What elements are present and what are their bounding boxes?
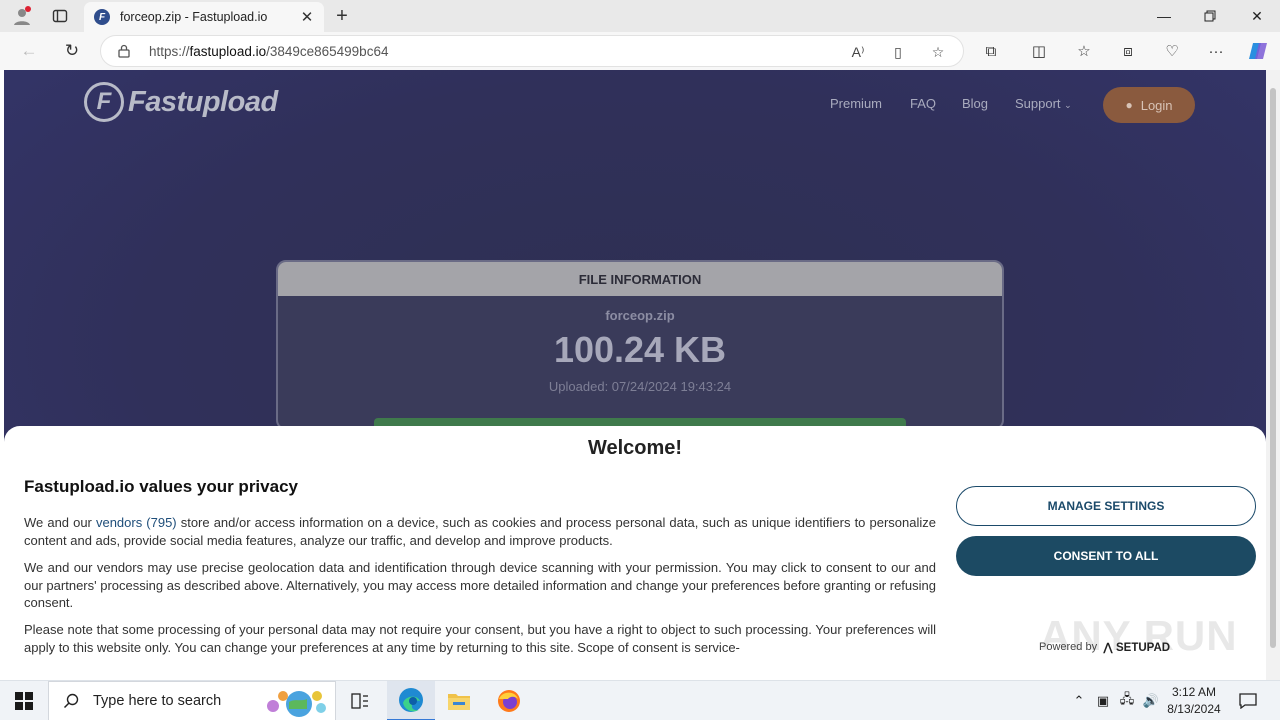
meet-now-icon[interactable]: ▣ xyxy=(1092,681,1114,720)
consent-paragraph-2: We and our vendors may use precise geolo… xyxy=(24,560,936,610)
split-screen-icon[interactable]: ◫ xyxy=(1026,38,1052,64)
minimize-icon[interactable]: — xyxy=(1141,0,1187,32)
page-scrollbar[interactable] xyxy=(1266,70,1280,680)
nav-faq[interactable]: FAQ xyxy=(910,96,936,111)
windows-start-icon[interactable] xyxy=(0,681,48,720)
system-clock[interactable]: 3:12 AM 8/13/2024 xyxy=(1160,684,1228,718)
search-highlight-icon xyxy=(259,682,329,720)
consent-to-all-button[interactable]: CONSENT TO ALL xyxy=(956,536,1256,576)
tab-actions-icon[interactable] xyxy=(44,0,76,32)
address-bar-row: ← ↻ https://fastupload.io/3849ce865499bc… xyxy=(0,32,1280,70)
address-bar[interactable]: https://fastupload.io/3849ce865499bc64 A… xyxy=(100,35,964,67)
lock-icon[interactable] xyxy=(117,44,131,58)
nav-blog[interactable]: Blog xyxy=(962,96,988,111)
clock-date: 8/13/2024 xyxy=(1167,702,1221,716)
consent-welcome-heading: Welcome! xyxy=(587,437,683,459)
user-icon: ● xyxy=(1125,98,1133,112)
vendors-link[interactable]: vendors (795) xyxy=(96,515,177,530)
consent-paragraph-1: We and our vendors (795) store and/or ac… xyxy=(24,514,936,549)
profile-icon[interactable] xyxy=(6,0,38,32)
login-button[interactable]: ● Login xyxy=(1103,87,1195,123)
url-prefix: https:// xyxy=(149,44,190,59)
nav-support-label: Support xyxy=(1015,96,1061,111)
url-path: /3849ce865499bc64 xyxy=(266,44,389,59)
task-view-icon[interactable] xyxy=(336,681,384,720)
nav-support[interactable]: Support ⌄ xyxy=(1015,96,1072,111)
close-tab-icon[interactable]: ✕ xyxy=(298,8,316,26)
manage-settings-button[interactable]: MANAGE SETTINGS xyxy=(956,486,1256,526)
copilot-icon[interactable] xyxy=(1245,38,1271,64)
file-explorer-icon[interactable] xyxy=(435,681,483,720)
extensions-icon[interactable]: ⧉ xyxy=(978,38,1004,64)
favorite-star-icon[interactable]: ☆ xyxy=(927,41,949,63)
powered-by: Powered by ⋀ SETUPAD xyxy=(1039,640,1170,654)
consent-paragraph-3: Please note that some processing of your… xyxy=(24,622,936,655)
show-hidden-icons-icon[interactable]: ⌃ xyxy=(1068,681,1090,720)
immersive-reader-icon[interactable]: ▯ xyxy=(887,41,909,63)
consent-title: Fastupload.io values your privacy xyxy=(24,477,298,496)
search-placeholder: Type here to search xyxy=(93,693,222,709)
url-domain: fastupload.io xyxy=(189,44,267,59)
browser-tab-bar: F forceop.zip - Fastupload.io ✕ + — ✕ xyxy=(0,0,1280,32)
restore-icon[interactable] xyxy=(1187,0,1233,32)
refresh-icon[interactable]: ↻ xyxy=(57,36,87,66)
favorites-icon[interactable]: ☆ xyxy=(1071,38,1097,64)
edge-taskbar-icon[interactable] xyxy=(387,681,435,720)
taskbar-search-box[interactable]: Type here to search xyxy=(48,681,336,720)
site-logo[interactable]: F Fastupload xyxy=(84,82,278,122)
file-information-panel: FILE INFORMATION forceop.zip 100.24 KB U… xyxy=(276,260,1004,430)
file-size: 100.24 KB xyxy=(553,329,727,370)
tab-title: forceop.zip - Fastupload.io xyxy=(120,10,268,24)
setupad-brand: ⋀ SETUPAD xyxy=(1103,640,1170,654)
browser-tab[interactable]: F forceop.zip - Fastupload.io ✕ xyxy=(84,2,324,32)
volume-icon[interactable]: 🔊 xyxy=(1140,681,1162,720)
notifications-icon[interactable] xyxy=(1234,681,1262,720)
new-tab-icon[interactable]: + xyxy=(330,4,354,28)
setupad-logo-icon: ⋀ xyxy=(1103,642,1116,654)
fastupload-logo-icon: F xyxy=(84,82,124,122)
consent-dialog: Welcome! Fastupload.io values your priva… xyxy=(4,426,1266,680)
back-icon[interactable]: ← xyxy=(14,36,44,66)
network-icon[interactable]: 🖧 xyxy=(1116,681,1138,720)
nav-premium[interactable]: Premium xyxy=(830,96,882,111)
logo-text: Fastupload xyxy=(128,85,278,118)
file-info-header: FILE INFORMATION xyxy=(278,262,1002,296)
file-name: forceop.zip xyxy=(605,308,675,323)
login-label: Login xyxy=(1140,97,1173,113)
upload-date: Uploaded: 07/24/2024 19:43:24 xyxy=(548,379,732,394)
more-menu-icon[interactable]: ··· xyxy=(1203,38,1229,64)
url-text[interactable]: https://fastupload.io/3849ce865499bc64 xyxy=(149,44,388,59)
powered-by-label: Powered by xyxy=(1039,641,1098,653)
chevron-down-icon: ⌄ xyxy=(1064,100,1072,110)
fastupload-favicon-icon: F xyxy=(94,9,110,25)
browser-essentials-icon[interactable]: ♡ xyxy=(1159,38,1185,64)
clock-time: 3:12 AM xyxy=(1171,685,1217,699)
search-icon xyxy=(63,693,79,709)
p1-text-start: We and our xyxy=(24,515,96,530)
setupad-brand-text: SETUPAD xyxy=(1115,642,1171,654)
firefox-icon[interactable] xyxy=(485,681,533,720)
collections-icon[interactable]: ⧈ xyxy=(1115,38,1141,64)
windows-taskbar: Type here to search ⌃ ▣ 🖧 🔊 3:12 AM 8/13… xyxy=(0,680,1280,720)
read-aloud-icon[interactable]: A⁾ xyxy=(847,41,869,63)
scrollbar-thumb[interactable] xyxy=(1270,88,1276,648)
close-window-icon[interactable]: ✕ xyxy=(1234,0,1280,32)
